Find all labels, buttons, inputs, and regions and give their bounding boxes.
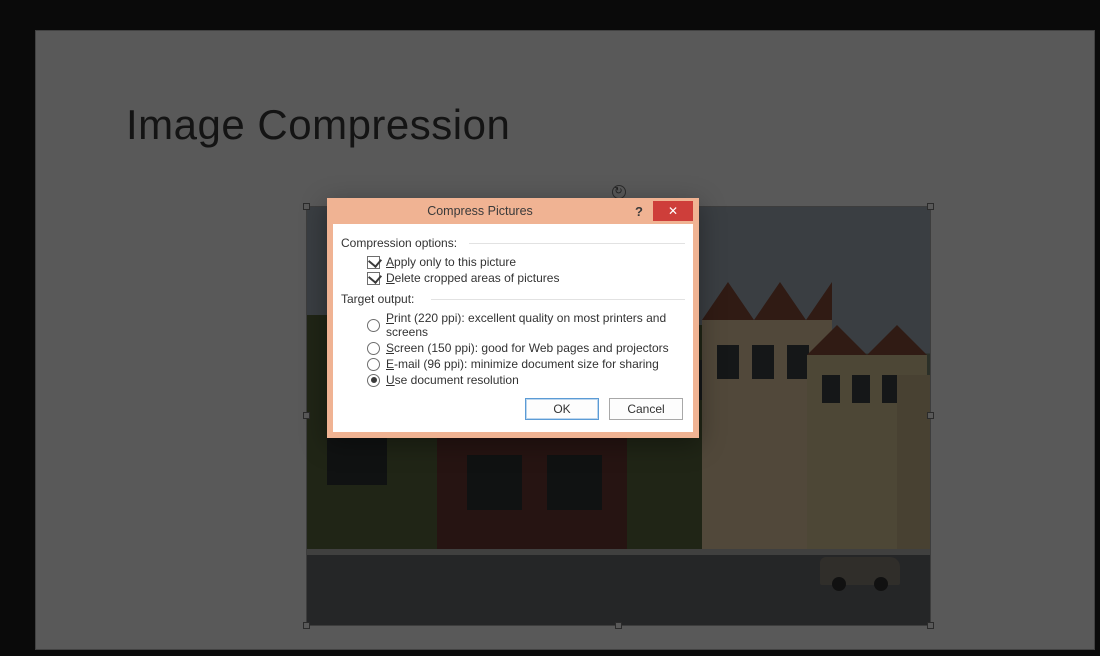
resize-handle-tl[interactable] [303, 203, 310, 210]
radio-email-row[interactable]: E-mail (96 ppi): minimize document size … [367, 356, 685, 372]
resize-handle-tr[interactable] [927, 203, 934, 210]
target-output-label: Target output: [341, 286, 685, 310]
delete-cropped-checkbox-row[interactable]: Delete cropped areas of pictures [367, 270, 685, 286]
rotate-handle[interactable] [612, 185, 626, 199]
dialog-titlebar[interactable]: Compress Pictures ? ✕ [327, 198, 699, 224]
radio-print[interactable] [367, 319, 380, 332]
apply-only-checkbox-row[interactable]: Apply only to this picture [367, 254, 685, 270]
radio-screen[interactable] [367, 342, 380, 355]
close-button[interactable]: ✕ [653, 201, 693, 221]
ok-button[interactable]: OK [525, 398, 599, 420]
close-icon: ✕ [668, 204, 678, 218]
apply-only-label: Apply only to this picture [386, 255, 516, 269]
delete-cropped-label: Delete cropped areas of pictures [386, 271, 559, 285]
radio-document-resolution[interactable] [367, 374, 380, 387]
radio-screen-row[interactable]: Screen (150 ppi): good for Web pages and… [367, 340, 685, 356]
radio-print-label: Print (220 ppi): excellent quality on mo… [386, 311, 685, 339]
help-button[interactable]: ? [627, 201, 651, 221]
slide-title: Image Compression [126, 101, 510, 149]
radio-screen-label: Screen (150 ppi): good for Web pages and… [386, 341, 669, 355]
compress-pictures-dialog: Compress Pictures ? ✕ Compression option… [327, 198, 699, 438]
radio-print-row[interactable]: Print (220 ppi): excellent quality on mo… [367, 310, 685, 340]
resize-handle-mr[interactable] [927, 412, 934, 419]
resize-handle-bm[interactable] [615, 622, 622, 629]
radio-document-resolution-label: Use document resolution [386, 373, 519, 387]
dialog-title: Compress Pictures [333, 204, 627, 218]
resize-handle-ml[interactable] [303, 412, 310, 419]
radio-document-resolution-row[interactable]: Use document resolution [367, 372, 685, 388]
compression-options-label: Compression options: [341, 230, 685, 254]
delete-cropped-checkbox[interactable] [367, 272, 380, 285]
resize-handle-bl[interactable] [303, 622, 310, 629]
radio-email[interactable] [367, 358, 380, 371]
car-shape [820, 557, 900, 585]
resize-handle-br[interactable] [927, 622, 934, 629]
radio-email-label: E-mail (96 ppi): minimize document size … [386, 357, 659, 371]
apply-only-checkbox[interactable] [367, 256, 380, 269]
cancel-button[interactable]: Cancel [609, 398, 683, 420]
